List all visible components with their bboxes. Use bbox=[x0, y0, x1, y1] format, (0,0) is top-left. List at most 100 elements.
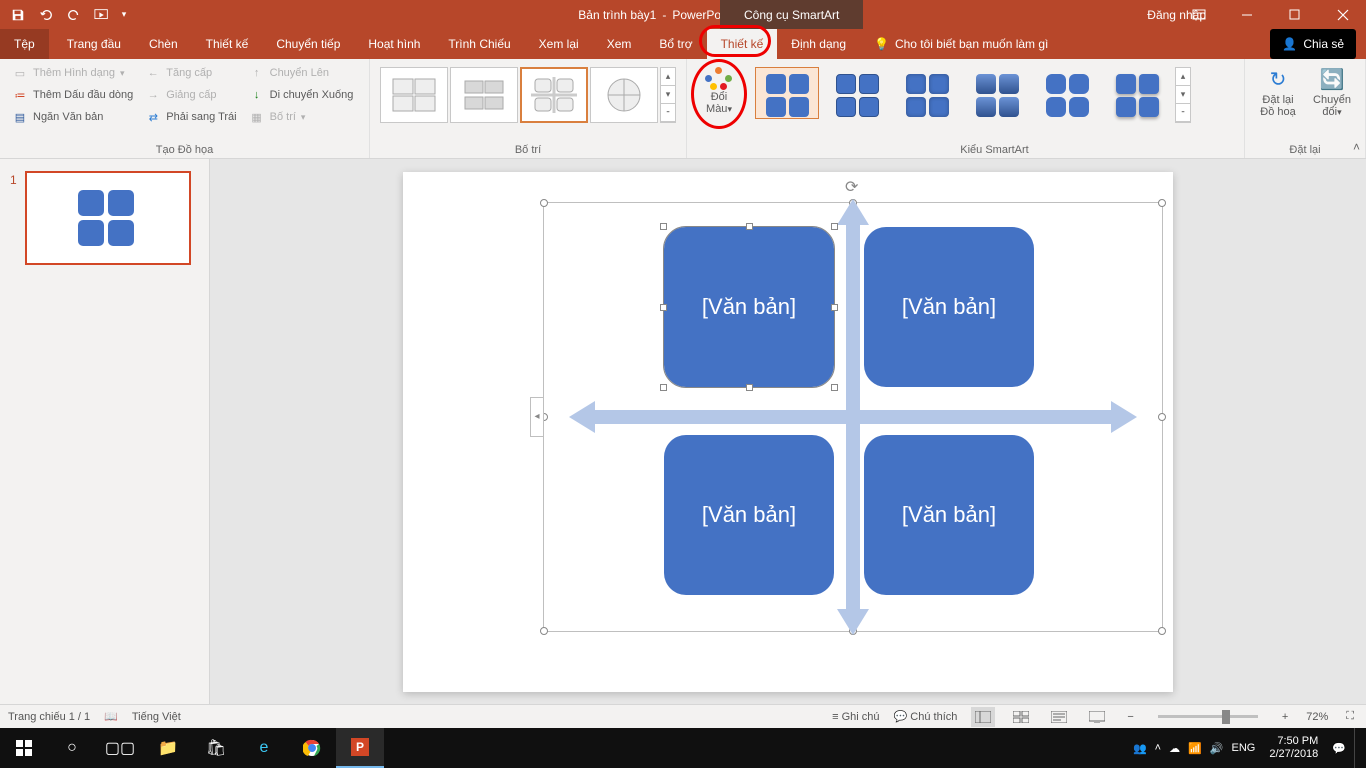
action-center-icon[interactable]: 💬 bbox=[1332, 742, 1346, 755]
slide-indicator[interactable]: Trang chiếu 1 / 1 bbox=[8, 711, 90, 723]
style-option[interactable] bbox=[895, 67, 959, 119]
add-bullet-button[interactable]: ≔Thêm Dấu đầu dòng bbox=[8, 85, 137, 105]
tab-view[interactable]: Xem bbox=[593, 29, 646, 59]
shape-handle[interactable] bbox=[660, 223, 667, 230]
save-button[interactable] bbox=[6, 3, 30, 27]
tab-transitions[interactable]: Chuyển tiếp bbox=[262, 29, 354, 59]
shape-handle[interactable] bbox=[660, 304, 667, 311]
resize-handle[interactable] bbox=[540, 199, 548, 207]
tab-home[interactable]: Trang đầu bbox=[53, 29, 135, 59]
smartart-shape[interactable]: [Văn bản] bbox=[864, 227, 1034, 387]
onedrive-icon[interactable]: ☁ bbox=[1169, 742, 1180, 755]
demote-button[interactable]: →Giảng cấp bbox=[141, 85, 240, 105]
show-desktop-button[interactable] bbox=[1354, 728, 1360, 768]
volume-icon[interactable]: 🔊 bbox=[1210, 742, 1224, 755]
smartart-shape-selected[interactable]: [Văn bản] bbox=[664, 227, 834, 387]
language-indicator[interactable]: Tiếng Việt bbox=[132, 711, 181, 723]
rotate-handle[interactable]: ⟳ bbox=[845, 177, 861, 193]
reading-view-button[interactable] bbox=[1047, 707, 1071, 727]
slide-canvas[interactable]: ⟳ ◂ [Văn bản] bbox=[403, 172, 1173, 692]
shape-handle[interactable] bbox=[831, 304, 838, 311]
zoom-thumb[interactable] bbox=[1222, 710, 1230, 724]
convert-button[interactable]: 🔄 Chuyểnđổi▾ bbox=[1307, 63, 1357, 118]
smartart-frame[interactable]: ⟳ ◂ [Văn bản] bbox=[543, 202, 1163, 632]
spellcheck-icon[interactable]: 📖 bbox=[104, 710, 118, 723]
smartart-shape[interactable]: [Văn bản] bbox=[664, 435, 834, 595]
layout-button[interactable]: ▦Bố trí ▾ bbox=[245, 107, 358, 127]
share-button[interactable]: 👤 Chia sẻ bbox=[1270, 29, 1356, 59]
zoom-level[interactable]: 72% bbox=[1306, 711, 1328, 723]
qat-more-button[interactable]: ▾ bbox=[118, 3, 130, 27]
resize-handle[interactable] bbox=[1158, 413, 1166, 421]
tab-addins[interactable]: Bổ trợ bbox=[645, 29, 706, 59]
tab-smartart-format[interactable]: Định dạng bbox=[777, 29, 860, 59]
zoom-out-button[interactable]: − bbox=[1123, 711, 1137, 723]
notes-button[interactable]: ≡ Ghi chú bbox=[832, 711, 879, 723]
style-option[interactable] bbox=[1035, 67, 1099, 119]
shape-handle[interactable] bbox=[746, 384, 753, 391]
powerpoint-button[interactable]: P bbox=[336, 728, 384, 768]
move-down-button[interactable]: ↓Di chuyển Xuống bbox=[245, 85, 358, 105]
resize-handle[interactable] bbox=[540, 627, 548, 635]
zoom-in-button[interactable]: + bbox=[1278, 711, 1292, 723]
edge-button[interactable]: e bbox=[240, 728, 288, 768]
zoom-slider[interactable] bbox=[1158, 715, 1258, 718]
style-option-selected[interactable] bbox=[755, 67, 819, 119]
shape-handle[interactable] bbox=[831, 384, 838, 391]
clock[interactable]: 7:50 PM 2/27/2018 bbox=[1263, 735, 1324, 761]
tab-insert[interactable]: Chèn bbox=[135, 29, 192, 59]
tab-animations[interactable]: Hoạt hình bbox=[354, 29, 434, 59]
text-pane-button[interactable]: ▤Ngăn Văn bản bbox=[8, 107, 137, 127]
move-up-button[interactable]: ↑Chuyển Lên bbox=[245, 63, 358, 83]
rtl-button[interactable]: ⇄Phải sang Trái bbox=[141, 107, 240, 127]
start-from-beginning-button[interactable] bbox=[90, 3, 114, 27]
layout-option-selected[interactable] bbox=[520, 67, 588, 123]
layout-option[interactable] bbox=[380, 67, 448, 123]
style-gallery-more[interactable]: ▴▾⁃ bbox=[1175, 67, 1191, 123]
store-button[interactable]: 🛍 bbox=[192, 728, 240, 768]
shape-handle[interactable] bbox=[660, 384, 667, 391]
resize-handle[interactable] bbox=[1158, 199, 1166, 207]
style-option[interactable] bbox=[965, 67, 1029, 119]
chrome-button[interactable] bbox=[288, 728, 336, 768]
slideshow-view-button[interactable] bbox=[1085, 707, 1109, 727]
people-icon[interactable]: 👥 bbox=[1133, 742, 1147, 755]
redo-button[interactable] bbox=[62, 3, 86, 27]
normal-view-button[interactable] bbox=[971, 707, 995, 727]
cortana-button[interactable]: ○ bbox=[48, 728, 96, 768]
promote-button[interactable]: ←Tăng cấp bbox=[141, 63, 240, 83]
style-option[interactable] bbox=[1105, 67, 1169, 119]
tab-smartart-design[interactable]: Thiết kế bbox=[707, 29, 778, 59]
slide-thumbnail[interactable] bbox=[25, 171, 191, 265]
tell-me-search[interactable]: 💡 Cho tôi biết bạn muốn làm gì bbox=[860, 29, 1062, 59]
resize-handle[interactable] bbox=[1158, 627, 1166, 635]
file-explorer-button[interactable]: 📁 bbox=[144, 728, 192, 768]
collapse-ribbon-button[interactable]: ˄ bbox=[1353, 140, 1360, 154]
keyboard-lang[interactable]: ENG bbox=[1232, 742, 1256, 754]
fit-to-window-button[interactable]: ⛶ bbox=[1342, 710, 1358, 723]
layout-option[interactable] bbox=[450, 67, 518, 123]
tray-up-icon[interactable]: ˄ bbox=[1155, 742, 1161, 754]
close-button[interactable] bbox=[1320, 0, 1366, 29]
task-view-button[interactable]: ▢▢ bbox=[96, 728, 144, 768]
tab-design[interactable]: Thiết kế bbox=[192, 29, 263, 59]
tab-slideshow[interactable]: Trình Chiếu bbox=[434, 29, 524, 59]
minimize-button[interactable] bbox=[1224, 0, 1270, 29]
smartart-shape[interactable]: [Văn bản] bbox=[864, 435, 1034, 595]
tab-file[interactable]: Tệp bbox=[0, 29, 49, 59]
sorter-view-button[interactable] bbox=[1009, 707, 1033, 727]
shape-handle[interactable] bbox=[831, 223, 838, 230]
reset-graphic-button[interactable]: ↻ Đặt lạiĐồ hoạ bbox=[1253, 63, 1303, 118]
tab-review[interactable]: Xem lại bbox=[525, 29, 593, 59]
start-button[interactable] bbox=[0, 728, 48, 768]
change-colors-button[interactable]: ĐổiMàu▾ bbox=[695, 63, 743, 119]
layout-option[interactable] bbox=[590, 67, 658, 123]
layout-gallery-more[interactable]: ▴▾⁃ bbox=[660, 67, 676, 123]
maximize-button[interactable] bbox=[1272, 0, 1318, 29]
style-option[interactable] bbox=[825, 67, 889, 119]
add-shape-button[interactable]: ▭Thêm Hình dạng ▾ bbox=[8, 63, 137, 83]
signin-link[interactable]: Đăng nhập bbox=[1147, 0, 1206, 29]
shape-handle[interactable] bbox=[746, 223, 753, 230]
undo-button[interactable] bbox=[34, 3, 58, 27]
wifi-icon[interactable]: 📶 bbox=[1188, 742, 1202, 755]
